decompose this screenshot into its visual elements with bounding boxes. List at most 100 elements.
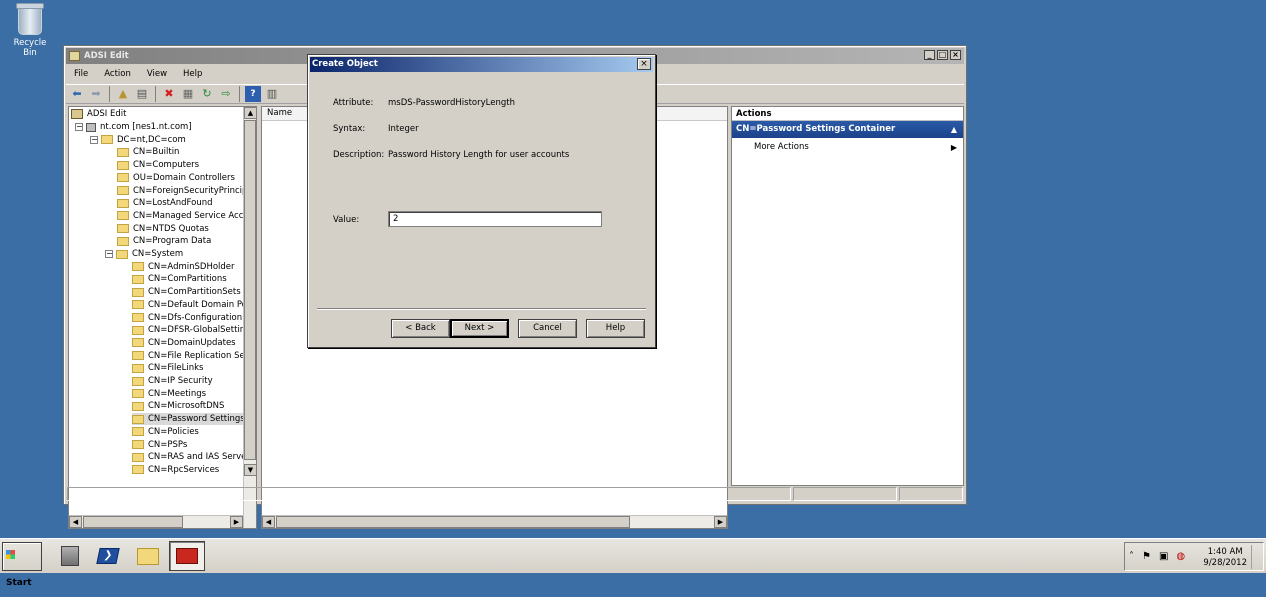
tree-item[interactable]: CN=Computers <box>117 159 199 172</box>
show-action-pane-icon[interactable]: ▥ <box>264 86 280 102</box>
folder-icon <box>117 198 129 208</box>
tree-item[interactable]: CN=MicrosoftDNS <box>132 400 224 413</box>
scroll-down-icon[interactable]: ▼ <box>244 464 256 476</box>
network-icon[interactable]: ▣ <box>1159 551 1168 562</box>
actions-section-header[interactable]: CN=Password Settings Container ▲ <box>732 121 963 138</box>
menu-file[interactable]: File <box>66 66 96 82</box>
tree-item[interactable]: CN=Policies <box>132 426 199 439</box>
tree-domain[interactable]: − DC=nt,DC=com <box>90 133 186 146</box>
folder-icon <box>137 547 159 565</box>
tree-item[interactable]: CN=Meetings <box>132 387 206 400</box>
clock[interactable]: 1:40 AM 9/28/2012 <box>1203 547 1247 569</box>
forward-arrow-icon[interactable]: ➡ <box>88 86 104 102</box>
tree-item[interactable]: CN=File Replication Servi <box>132 349 256 362</box>
collapse-icon[interactable]: − <box>105 250 113 259</box>
help-icon[interactable]: ? <box>245 86 261 102</box>
scroll-left-icon[interactable]: ◀ <box>69 516 82 528</box>
cancel-button[interactable]: Cancel <box>518 319 577 338</box>
scroll-right-icon[interactable]: ▶ <box>230 516 243 528</box>
tree-item[interactable]: CN=AdminSDHolder <box>132 260 235 273</box>
action-center-flag-icon[interactable]: ⚑ <box>1142 551 1151 562</box>
maximize-button[interactable]: □ <box>937 50 948 60</box>
folder-icon <box>132 376 144 386</box>
show-hidden-icons-icon[interactable]: ˄ <box>1129 551 1134 562</box>
scroll-thumb[interactable] <box>276 516 630 528</box>
server-icon <box>86 122 96 132</box>
taskbar-powershell[interactable]: ❯ <box>90 541 126 571</box>
recycle-bin-icon <box>16 3 44 35</box>
properties-icon[interactable]: ▦ <box>180 86 196 102</box>
tree-item[interactable]: CN=PSPs <box>132 438 187 451</box>
tree-vertical-scrollbar[interactable]: ▲ ▼ <box>243 107 256 528</box>
back-arrow-icon[interactable]: ⬅ <box>69 86 85 102</box>
list-horizontal-scrollbar[interactable]: ◀ ▶ <box>262 515 727 528</box>
status-panel <box>793 487 897 501</box>
help-button[interactable]: Help <box>586 319 645 338</box>
tree-item[interactable]: CN=Managed Service Accour <box>117 210 256 223</box>
windows-logo-icon <box>6 550 15 559</box>
tree-item[interactable]: CN=Dfs-Configuration <box>132 311 242 324</box>
taskbar-server-manager[interactable] <box>52 541 88 571</box>
value-input[interactable]: 2 <box>388 211 602 227</box>
scroll-right-icon[interactable]: ▶ <box>714 516 727 528</box>
collapse-icon[interactable]: − <box>90 135 98 144</box>
tree-item[interactable]: CN=ComPartitions <box>132 273 227 286</box>
tree-item[interactable]: CN=Program Data <box>117 235 211 248</box>
tree-item-selected[interactable]: CN=Password Settings C <box>132 412 254 426</box>
actions-title: Actions <box>732 107 963 121</box>
tree-horizontal-scrollbar[interactable]: ◀ ▶ <box>69 515 243 528</box>
tree-item[interactable]: CN=Builtin <box>117 146 179 159</box>
dialog-close-button[interactable]: × <box>637 58 651 70</box>
refresh-icon[interactable]: ↻ <box>199 86 215 102</box>
description-label: Description: <box>333 150 385 160</box>
tree-item[interactable]: CN=RAS and IAS Servers <box>132 451 254 464</box>
scroll-left-icon[interactable]: ◀ <box>262 516 275 528</box>
export-list-icon[interactable]: ⇨ <box>218 86 234 102</box>
delete-icon[interactable]: ✖ <box>161 86 177 102</box>
folder-icon <box>132 440 144 450</box>
scroll-up-icon[interactable]: ▲ <box>244 107 256 119</box>
close-button[interactable]: × <box>950 50 961 60</box>
folder-icon <box>132 427 144 437</box>
tree-item[interactable]: CN=DFSR-GlobalSettings <box>132 324 255 337</box>
tree-item[interactable]: CN=Default Domain Polic <box>132 299 256 312</box>
scroll-thumb[interactable] <box>244 120 256 460</box>
menu-help[interactable]: Help <box>175 66 210 82</box>
volume-muted-icon[interactable]: ◍ <box>1176 551 1185 562</box>
syntax-value: Integer <box>388 124 419 134</box>
recycle-bin-shortcut[interactable]: Recycle Bin <box>6 3 54 58</box>
menu-view[interactable]: View <box>139 66 175 82</box>
start-button[interactable]: Start <box>2 542 42 588</box>
tree-server[interactable]: − nt.com [nes1.nt.com] <box>75 121 192 134</box>
server-manager-icon <box>61 546 79 566</box>
up-folder-icon[interactable]: ▲ <box>115 86 131 102</box>
tree-root[interactable]: ADSI Edit <box>71 108 126 121</box>
back-button[interactable]: < Back <box>391 319 450 338</box>
tree-item[interactable]: OU=Domain Controllers <box>117 172 235 185</box>
tree-item[interactable]: CN=DomainUpdates <box>132 337 236 350</box>
next-button[interactable]: Next > <box>450 319 509 338</box>
taskbar-adsi-edit[interactable] <box>169 541 205 571</box>
tree-item[interactable]: CN=FileLinks <box>132 362 203 375</box>
folder-icon <box>117 236 129 246</box>
tree-item[interactable]: CN=IP Security <box>132 375 213 388</box>
tree-item[interactable]: CN=ComPartitionSets <box>132 286 241 299</box>
folder-icon <box>116 249 128 259</box>
tree-item[interactable]: CN=LostAndFound <box>117 197 213 210</box>
tree-system[interactable]: − CN=System <box>105 248 183 261</box>
collapse-up-icon[interactable]: ▲ <box>951 121 957 138</box>
scroll-thumb[interactable] <box>83 516 183 528</box>
menu-action[interactable]: Action <box>96 66 139 82</box>
more-actions-item[interactable]: More Actions ▶ <box>732 138 963 154</box>
minimize-button[interactable]: _ <box>924 50 935 60</box>
folder-icon <box>132 401 144 411</box>
tree-item[interactable]: CN=NTDS Quotas <box>117 222 209 235</box>
value-label: Value: <box>333 215 360 225</box>
dialog-titlebar[interactable]: Create Object × <box>310 57 653 72</box>
show-hide-tree-icon[interactable]: ▤ <box>134 86 150 102</box>
tree-item[interactable]: CN=ForeignSecurityPrincipals <box>117 184 256 197</box>
show-desktop-button[interactable] <box>1251 545 1261 569</box>
tree-item[interactable]: CN=RpcServices <box>132 464 219 477</box>
taskbar-explorer[interactable] <box>130 541 166 571</box>
collapse-icon[interactable]: − <box>75 123 83 132</box>
